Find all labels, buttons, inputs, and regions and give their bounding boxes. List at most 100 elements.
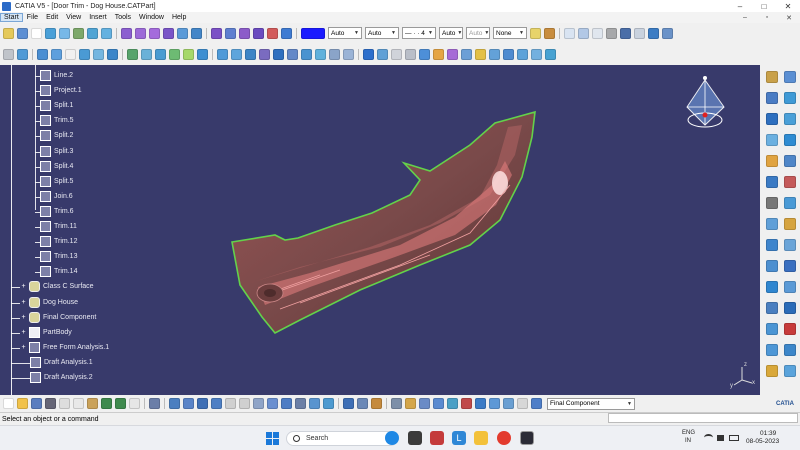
command-input[interactable] bbox=[608, 413, 798, 423]
3d-viewport[interactable]: Line.2 Project.1 Split.1 Trim.5 Split.2 Split… bbox=[0, 65, 760, 395]
pan-icon[interactable] bbox=[197, 398, 208, 409]
fillet-icon[interactable] bbox=[259, 48, 270, 60]
sketch-icon[interactable] bbox=[31, 27, 42, 39]
new-file-icon[interactable] bbox=[3, 398, 14, 409]
new-icon[interactable] bbox=[3, 27, 14, 39]
mass-icon[interactable] bbox=[371, 398, 382, 409]
line-creation-icon[interactable] bbox=[51, 48, 62, 60]
hide-show-icon[interactable] bbox=[309, 398, 320, 409]
extrapolate-icon[interactable] bbox=[784, 302, 796, 314]
variable-fillet-icon[interactable] bbox=[287, 48, 298, 60]
macro-icon[interactable] bbox=[620, 27, 631, 39]
chordal-fillet-icon[interactable] bbox=[301, 48, 312, 60]
menu-tools[interactable]: Tools bbox=[111, 14, 135, 21]
scaling-icon[interactable] bbox=[766, 281, 778, 293]
connect-checker-icon[interactable] bbox=[461, 48, 472, 60]
projection-icon[interactable] bbox=[87, 27, 98, 39]
auto-combo-2[interactable]: Auto ▼ bbox=[466, 27, 490, 39]
split-icon[interactable] bbox=[253, 27, 264, 39]
menu-file[interactable]: File bbox=[23, 14, 42, 21]
publication-icon[interactable] bbox=[503, 398, 514, 409]
plane-icon[interactable] bbox=[73, 27, 84, 39]
line-icon[interactable] bbox=[59, 27, 70, 39]
trim-icon[interactable] bbox=[766, 176, 778, 188]
paint-icon[interactable] bbox=[530, 27, 541, 39]
redo-icon[interactable] bbox=[115, 398, 126, 409]
extrapolate-icon[interactable] bbox=[197, 48, 208, 60]
battery-icon[interactable] bbox=[729, 435, 739, 441]
linetype-combo[interactable]: Auto ▼ bbox=[328, 27, 362, 39]
multi-view-icon[interactable] bbox=[267, 398, 278, 409]
design-table-icon[interactable] bbox=[433, 398, 444, 409]
stop-icon[interactable] bbox=[606, 27, 617, 39]
layer-combo[interactable]: None ▼ bbox=[493, 27, 527, 39]
snapshot-icon[interactable] bbox=[517, 398, 528, 409]
maximize-button[interactable]: □ bbox=[752, 0, 776, 12]
arc-icon[interactable] bbox=[65, 48, 76, 60]
update-icon[interactable] bbox=[149, 398, 160, 409]
knowledge-icon[interactable] bbox=[433, 48, 444, 60]
measure-item-icon[interactable] bbox=[357, 398, 368, 409]
thickness-combo[interactable]: Auto ▼ bbox=[365, 27, 399, 39]
surface-icon[interactable] bbox=[127, 48, 138, 60]
dash-combo[interactable]: — · · 4 ▼ bbox=[402, 27, 436, 39]
open-file-icon[interactable] bbox=[17, 398, 28, 409]
paste-icon[interactable] bbox=[87, 398, 98, 409]
fit-all-icon[interactable] bbox=[183, 398, 194, 409]
select-icon[interactable] bbox=[17, 27, 28, 39]
search-icon[interactable] bbox=[592, 27, 603, 39]
menu-edit[interactable]: Edit bbox=[42, 14, 62, 21]
menu-window[interactable]: Window bbox=[135, 14, 168, 21]
zoom-area-icon[interactable] bbox=[578, 27, 589, 39]
measure-between-icon[interactable] bbox=[343, 398, 354, 409]
law-editor-icon[interactable] bbox=[419, 398, 430, 409]
shading-icon[interactable] bbox=[295, 398, 306, 409]
law-icon[interactable] bbox=[419, 48, 430, 60]
zoom-out-icon[interactable] bbox=[239, 398, 250, 409]
table-icon[interactable] bbox=[634, 27, 645, 39]
zoom-in-icon[interactable] bbox=[225, 398, 236, 409]
offset-icon[interactable] bbox=[784, 113, 796, 125]
file-explorer-icon[interactable] bbox=[474, 431, 488, 445]
symmetry-icon[interactable] bbox=[784, 260, 796, 272]
speaker-icon[interactable] bbox=[717, 435, 724, 441]
curve-icon[interactable] bbox=[217, 48, 228, 60]
rotate-icon[interactable] bbox=[211, 398, 222, 409]
menu-start[interactable]: Start bbox=[0, 13, 23, 22]
brush-icon[interactable] bbox=[544, 27, 555, 39]
comment-icon[interactable] bbox=[447, 398, 458, 409]
clock-time[interactable]: 01:39 bbox=[760, 430, 776, 437]
menu-view[interactable]: View bbox=[62, 14, 85, 21]
axis-to-axis-icon[interactable] bbox=[766, 302, 778, 314]
reflect-icon[interactable] bbox=[531, 48, 542, 60]
sketcher-icon[interactable] bbox=[17, 48, 28, 60]
windows-start-icon[interactable] bbox=[266, 432, 279, 445]
pattern-icon[interactable] bbox=[363, 48, 374, 60]
draft-icon[interactable] bbox=[377, 48, 388, 60]
axis-icon[interactable] bbox=[405, 48, 416, 60]
component-icon[interactable] bbox=[531, 398, 542, 409]
environment-icon[interactable] bbox=[545, 48, 556, 60]
split-icon[interactable] bbox=[784, 155, 796, 167]
highlight-icon[interactable] bbox=[517, 48, 528, 60]
doc-restore-button[interactable]: ▫ bbox=[756, 14, 778, 22]
affinity-icon[interactable] bbox=[784, 281, 796, 293]
normal-view-icon[interactable] bbox=[253, 398, 264, 409]
sphere-icon[interactable] bbox=[149, 27, 160, 39]
healing-icon[interactable] bbox=[239, 27, 250, 39]
trim-icon[interactable] bbox=[267, 27, 278, 39]
wifi-icon[interactable] bbox=[704, 434, 713, 441]
rough-offset-icon[interactable] bbox=[784, 134, 796, 146]
intersection-icon[interactable] bbox=[101, 27, 112, 39]
scaling-icon[interactable] bbox=[183, 48, 194, 60]
learning-app-icon[interactable]: L bbox=[452, 431, 466, 445]
point-icon[interactable] bbox=[45, 27, 56, 39]
helix-icon[interactable] bbox=[93, 48, 104, 60]
language-indicator[interactable]: ENG bbox=[682, 430, 695, 436]
save-icon[interactable] bbox=[31, 398, 42, 409]
analysis-icon[interactable] bbox=[447, 48, 458, 60]
multiple-extract-icon[interactable] bbox=[766, 218, 778, 230]
spline-icon[interactable] bbox=[79, 48, 90, 60]
parameter-icon[interactable] bbox=[475, 398, 486, 409]
close-button[interactable]: ✕ bbox=[776, 0, 800, 12]
